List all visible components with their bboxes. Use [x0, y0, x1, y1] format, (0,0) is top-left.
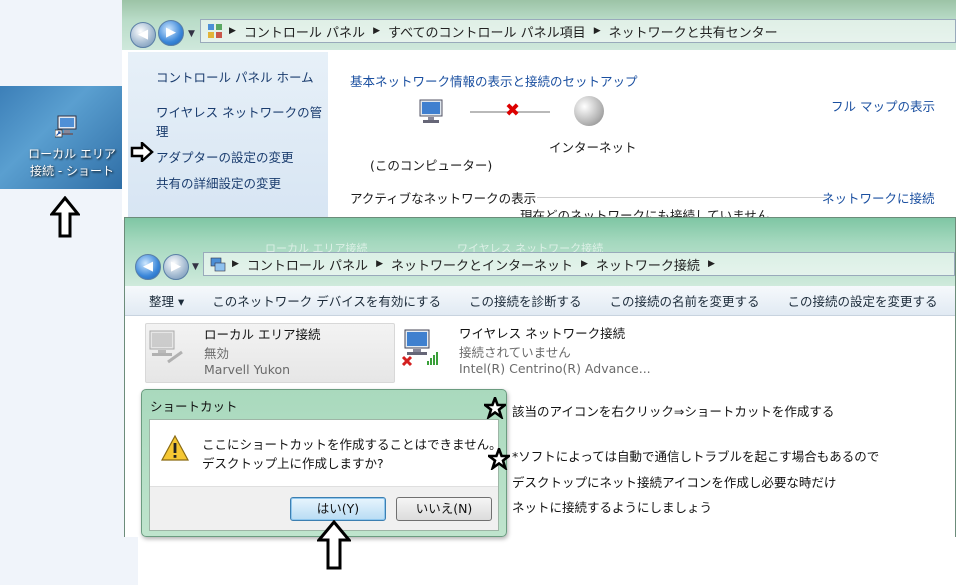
star-icon — [488, 448, 510, 470]
internet-label: インターネット — [549, 140, 637, 155]
arrow-right-icon — [130, 142, 154, 162]
screenshot-root: ローカル エリア 接続 - ショート ◀ ▶ ▼ ▶ コントロール パネル ▶ … — [0, 0, 956, 585]
connection-device: Marvell Yukon — [204, 362, 291, 377]
no-button[interactable]: いいえ(N) — [396, 497, 492, 521]
breadcrumb-separator-icon: ▶ — [229, 26, 236, 36]
wireless-network-icon — [401, 329, 438, 367]
breadcrumb-separator-icon: ▶ — [373, 26, 380, 36]
back-button[interactable]: ◀ — [135, 254, 161, 280]
control-panel-icon — [208, 24, 222, 38]
page-title: 基本ネットワーク情報の表示と接続のセットアップ — [350, 74, 638, 89]
diagnose-button[interactable]: この接続を診断する — [455, 291, 596, 310]
computer-label: (このコンピューター) — [370, 158, 493, 173]
warning-icon — [160, 434, 190, 461]
full-map-link[interactable]: フル マップの表示 — [831, 96, 935, 115]
annotation-text: ネットに接続するようにしましょう — [512, 500, 713, 515]
star-icon — [484, 397, 506, 419]
internet-globe-icon — [574, 96, 604, 126]
breadcrumb-item[interactable]: コントロール パネル — [244, 22, 365, 41]
history-dropdown-icon[interactable]: ▼ — [188, 29, 195, 39]
connection-status: 接続されていません — [459, 345, 571, 360]
network-shortcut-icon[interactable] — [55, 114, 81, 138]
back-arrow-icon: ◀ — [138, 27, 148, 42]
sidebar-link-sharing[interactable]: 共有の詳細設定の変更 — [156, 173, 281, 192]
forward-arrow-icon: ▶ — [171, 259, 181, 274]
yes-button[interactable]: はい(Y) — [290, 497, 386, 521]
breadcrumb-separator-icon: ▶ — [707, 259, 715, 269]
breadcrumb-item[interactable]: ネットワーク接続 — [596, 255, 700, 274]
dialog-question: デスクトップ上に作成しますか? — [202, 456, 384, 471]
shortcut-dialog: ショートカット ここにショートカットを作成することはできません。 デスクトップ上… — [141, 389, 507, 537]
breadcrumb-item[interactable]: すべてのコントロール パネル項目 — [388, 22, 586, 41]
list-item-wireless[interactable]: ワイヤレス ネットワーク接続 接続されていません Intel(R) Centri… — [401, 323, 701, 383]
forward-button[interactable]: ▶ — [158, 20, 184, 46]
annotation-text: *ソフトによっては自動で通信しトラブルを起こす場合もあるので — [512, 449, 880, 464]
connect-to-network-link[interactable]: ネットワークに接続 — [822, 188, 935, 207]
shortcut-label[interactable]: ローカル エリア 接続 - ショート — [22, 146, 122, 180]
breadcrumb-separator-icon: ▶ — [581, 259, 588, 269]
list-item-local-area[interactable]: ローカル エリア接続 無効 Marvell Yukon — [145, 323, 395, 383]
address-bar[interactable]: ▶ コントロール パネル ▶ ネットワークとインターネット ▶ ネットワーク接続… — [203, 252, 955, 276]
organize-menu-button[interactable]: 整理 ▾ — [125, 291, 198, 310]
sidebar-link-home[interactable]: コントロール パネル ホーム — [156, 67, 314, 86]
breadcrumb-item[interactable]: コントロール パネル — [247, 255, 368, 274]
wired-network-icon — [149, 330, 183, 364]
change-settings-button[interactable]: この接続の設定を変更する — [774, 291, 952, 310]
disconnected-x-icon: ✖ — [505, 100, 521, 121]
desktop-area: ローカル エリア 接続 - ショート — [0, 86, 122, 189]
back-arrow-icon: ◀ — [143, 259, 153, 274]
dialog-message: ここにショートカットを作成することはできません。 — [202, 437, 502, 452]
dialog-title: ショートカット — [150, 399, 238, 414]
rename-button[interactable]: この接続の名前を変更する — [596, 291, 774, 310]
enable-device-button[interactable]: このネットワーク デバイスを有効にする — [198, 291, 455, 310]
shortcut-label-line2: 接続 - ショート — [30, 164, 114, 178]
divider — [537, 197, 827, 198]
forward-button[interactable]: ▶ — [163, 254, 189, 280]
connection-device: Intel(R) Centrino(R) Advance... — [459, 361, 651, 376]
connection-name: ローカル エリア接続 — [204, 327, 321, 342]
sidebar-link-wireless-cont[interactable]: 理 — [156, 121, 169, 140]
connection-status: 無効 — [204, 346, 230, 361]
computer-icon — [419, 99, 443, 123]
command-toolbar: 整理 ▾ このネットワーク デバイスを有効にする この接続を診断する この接続の… — [125, 286, 955, 316]
breadcrumb-separator-icon: ▶ — [232, 259, 239, 269]
window-titlebar: ◀ ▶ ▼ ▶ コントロール パネル ▶ すべてのコントロール パネル項目 ▶ … — [122, 0, 956, 50]
history-dropdown-icon[interactable]: ▼ — [192, 262, 199, 272]
active-networks-heading: アクティブなネットワークの表示 — [350, 191, 537, 206]
shortcut-label-line1: ローカル エリア — [28, 147, 116, 161]
network-center-window: ◀ ▶ ▼ ▶ コントロール パネル ▶ すべてのコントロール パネル項目 ▶ … — [122, 0, 956, 223]
connection-name: ワイヤレス ネットワーク接続 — [459, 326, 626, 341]
arrow-up-icon — [50, 196, 80, 238]
window-titlebar: ローカル エリア接続 ワイヤレス ネットワーク接続 ◀ ▶ ▼ ▶ コントロール… — [125, 218, 955, 286]
breadcrumb-separator-icon: ▶ — [593, 26, 601, 36]
sidebar-link-adapter[interactable]: アダプターの設定の変更 — [156, 147, 294, 166]
breadcrumb-item[interactable]: ネットワークとインターネット — [391, 255, 573, 274]
breadcrumb-item[interactable]: ネットワークと共有センター — [609, 22, 778, 41]
annotation-text: デスクトップにネット接続アイコンを作成し必要な時だけ — [512, 475, 837, 490]
breadcrumb-separator-icon: ▶ — [376, 259, 383, 269]
network-folder-icon — [210, 257, 226, 272]
annotation-text: 該当のアイコンを右クリック⇒ショートカットを作成する — [512, 404, 835, 419]
dialog-body: ここにショートカットを作成することはできません。 デスクトップ上に作成しますか?… — [149, 419, 502, 531]
forward-arrow-icon: ▶ — [166, 25, 176, 40]
arrow-up-icon — [317, 520, 351, 570]
back-button[interactable]: ◀ — [130, 22, 156, 48]
task-sidebar: コントロール パネル ホーム ワイヤレス ネットワークの管 理 アダプターの設定… — [128, 52, 328, 220]
address-bar[interactable]: ▶ コントロール パネル ▶ すべてのコントロール パネル項目 ▶ ネットワーク… — [200, 19, 956, 43]
sidebar-link-wireless[interactable]: ワイヤレス ネットワークの管 — [156, 102, 322, 121]
